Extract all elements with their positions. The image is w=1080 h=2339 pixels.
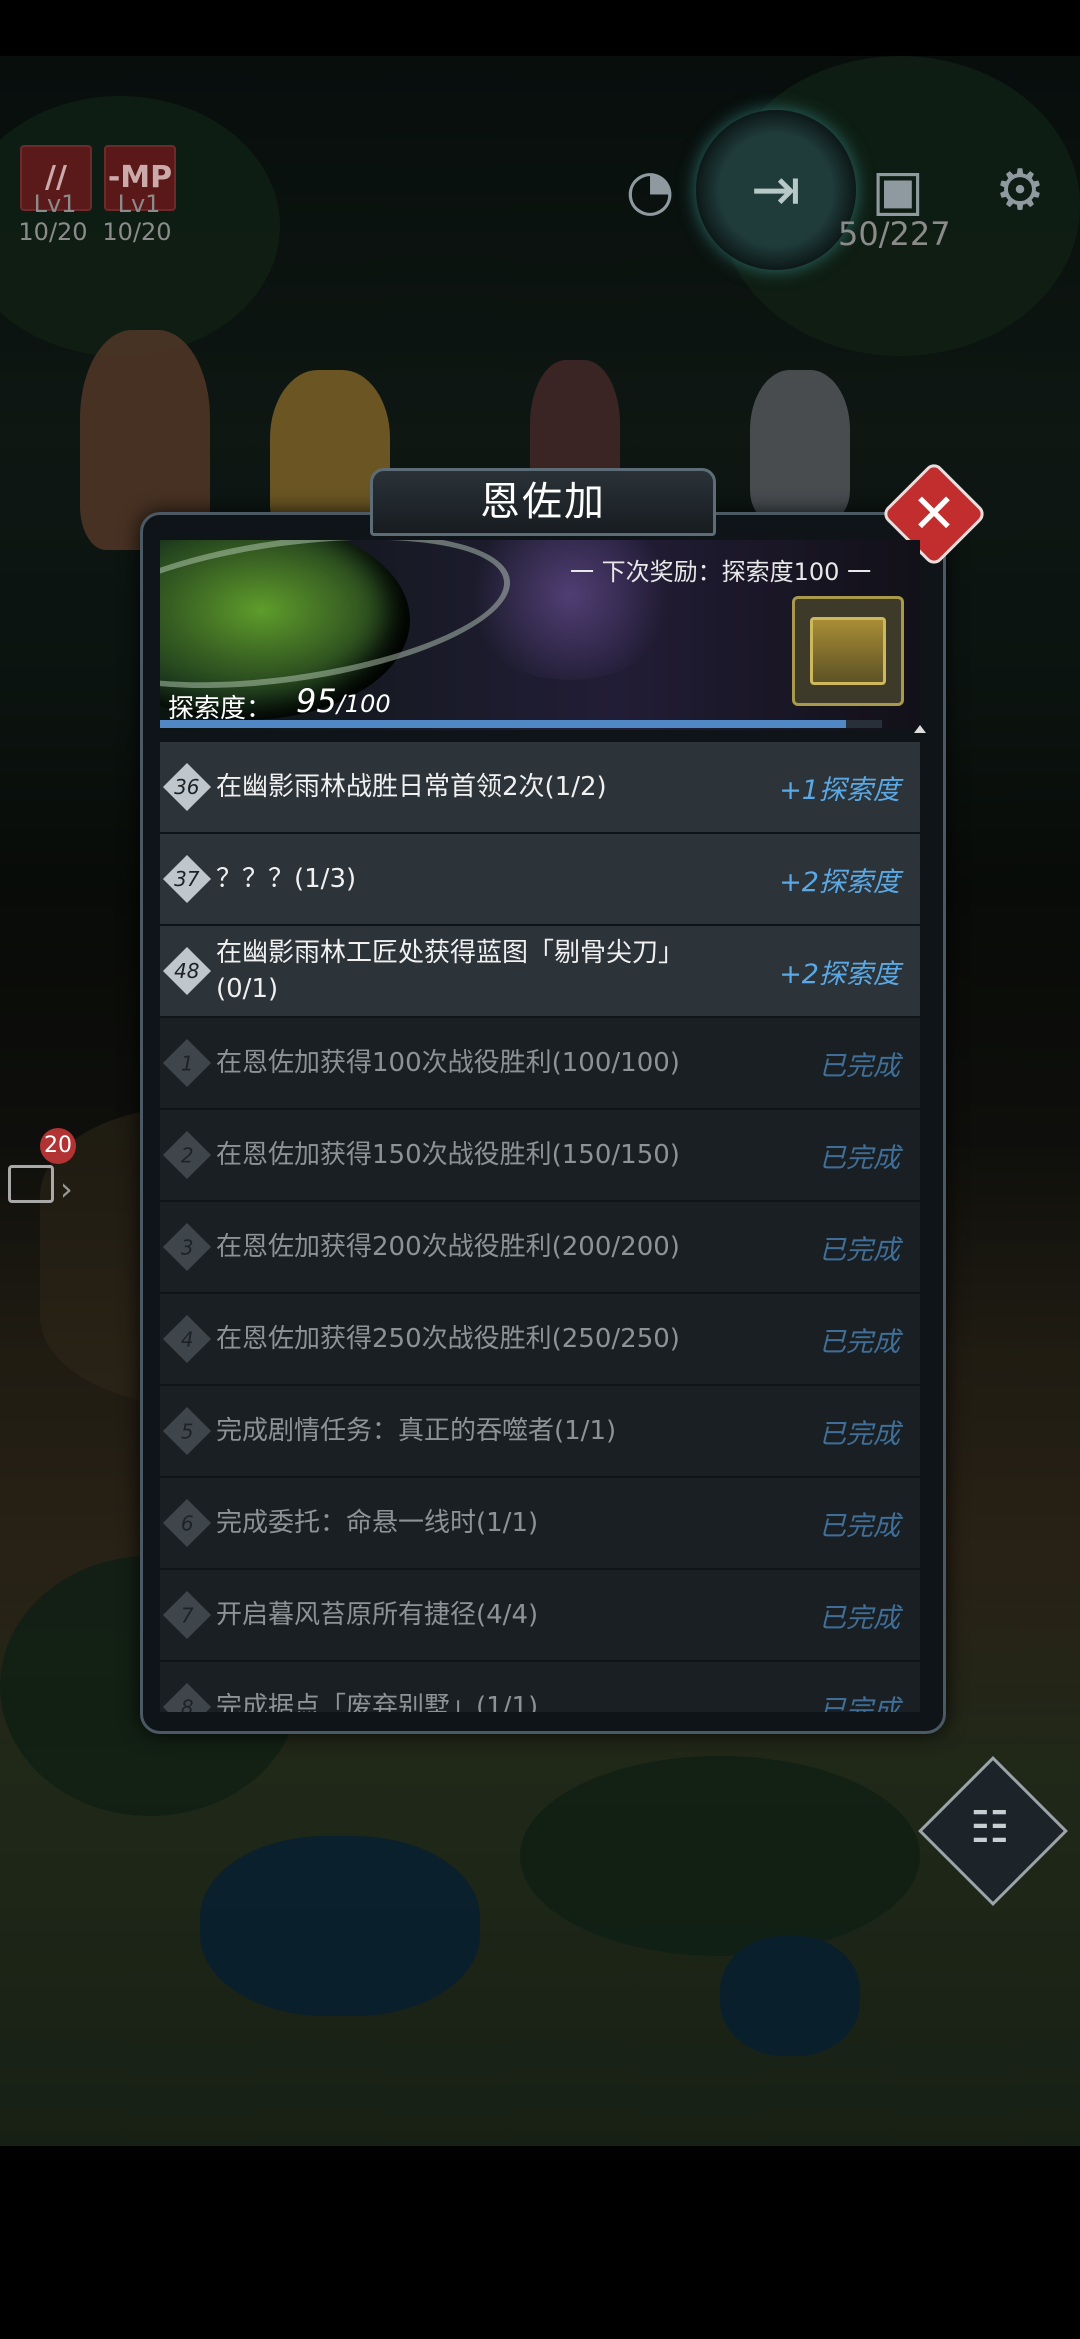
chat-icon[interactable] bbox=[8, 1165, 54, 1203]
task-reward: 已完成 bbox=[819, 1326, 900, 1358]
task-reward: 已完成 bbox=[819, 1694, 900, 1713]
exit-door-icon[interactable]: ⇥ bbox=[696, 110, 856, 270]
task-number: 6 bbox=[180, 1510, 194, 1535]
task-row[interactable]: 2 在恩佐加获得150次战役胜利(150/150) 已完成 bbox=[160, 1110, 920, 1200]
task-text: 在恩佐加获得100次战役胜利(100/100) bbox=[216, 1048, 680, 1078]
task-text: 完成据点「废弃别墅」(1/1) bbox=[216, 1692, 539, 1712]
stat-2: 10/20 bbox=[102, 218, 172, 246]
reward-chest-icon[interactable] bbox=[792, 596, 904, 706]
task-number: 8 bbox=[180, 1694, 194, 1712]
character-silver-hair bbox=[750, 370, 850, 520]
task-text: 在恩佐加获得250次战役胜利(250/250) bbox=[216, 1324, 680, 1354]
task-reward: 已完成 bbox=[819, 1142, 900, 1174]
task-list[interactable]: 36 在幽影雨林战胜日常首领2次(1/2) +1探索度 37 ？？？(1/3) +2探索度… bbox=[160, 742, 920, 1712]
settings-gear-icon[interactable]: ⚙ bbox=[980, 150, 1060, 230]
task-number-badge: 1 bbox=[162, 1038, 212, 1088]
task-number-badge: 8 bbox=[162, 1682, 212, 1712]
task-reward: +2探索度 bbox=[779, 958, 900, 990]
task-reward: 已完成 bbox=[819, 1234, 900, 1266]
explore-value: 95/100 bbox=[296, 682, 391, 720]
chat-badge: 20 bbox=[40, 1128, 76, 1164]
task-number-badge: 36 bbox=[162, 762, 212, 812]
task-number: 48 bbox=[174, 958, 200, 983]
task-number-badge: 6 bbox=[162, 1498, 212, 1548]
task-text: ？？？(1/3) bbox=[216, 864, 357, 894]
chevron-right-icon[interactable]: › bbox=[60, 1170, 73, 1208]
next-reward-label: 一 下次奖励：探索度100 一 bbox=[570, 558, 872, 586]
task-number: 1 bbox=[180, 1050, 194, 1075]
task-number-badge: 4 bbox=[162, 1314, 212, 1364]
task-number-badge: 7 bbox=[162, 1590, 212, 1640]
task-number-badge: 5 bbox=[162, 1406, 212, 1456]
task-number-badge: 2 bbox=[162, 1130, 212, 1180]
task-row[interactable]: 36 在幽影雨林战胜日常首领2次(1/2) +1探索度 bbox=[160, 742, 920, 832]
task-reward: 已完成 bbox=[819, 1050, 900, 1082]
task-reward: +1探索度 bbox=[779, 774, 900, 806]
task-row[interactable]: 37 ？？？(1/3) +2探索度 bbox=[160, 834, 920, 924]
task-row[interactable]: 1 在恩佐加获得100次战役胜利(100/100) 已完成 bbox=[160, 1018, 920, 1108]
task-row[interactable]: 5 完成剧情任务：真正的吞噬者(1/1) 已完成 bbox=[160, 1386, 920, 1476]
task-row[interactable]: 48 在幽影雨林工匠处获得蓝图「剔骨尖刀」(0/1) +2探索度 bbox=[160, 926, 920, 1016]
stat-1: 10/20 bbox=[18, 218, 88, 246]
task-text: 完成剧情任务：真正的吞噬者(1/1) bbox=[216, 1416, 617, 1446]
task-number: 3 bbox=[180, 1234, 194, 1259]
task-text: 开启暮风苔原所有捷径(4/4) bbox=[216, 1600, 539, 1630]
skill2-level: Lv1 bbox=[117, 190, 161, 218]
task-number-badge: 3 bbox=[162, 1222, 212, 1272]
task-reward: +2探索度 bbox=[779, 866, 900, 898]
task-text: 在幽影雨林工匠处获得蓝图「剔骨尖刀」(0/1) bbox=[216, 938, 685, 1004]
task-number: 7 bbox=[180, 1602, 194, 1627]
progress-marker bbox=[914, 725, 926, 733]
task-text: 完成委托：命悬一线时(1/1) bbox=[216, 1508, 539, 1538]
task-reward: 已完成 bbox=[819, 1510, 900, 1542]
task-reward: 已完成 bbox=[819, 1602, 900, 1634]
task-row[interactable]: 7 开启暮风苔原所有捷径(4/4) 已完成 bbox=[160, 1570, 920, 1660]
task-number: 2 bbox=[180, 1142, 194, 1167]
task-number: 4 bbox=[180, 1326, 194, 1351]
checklist-icon: ☷ bbox=[970, 1802, 1010, 1853]
task-number: 5 bbox=[180, 1418, 194, 1443]
task-number: 36 bbox=[174, 774, 200, 799]
task-number-badge: 37 bbox=[162, 854, 212, 904]
task-text: 在恩佐加获得150次战役胜利(150/150) bbox=[216, 1140, 680, 1170]
task-row[interactable]: 6 完成委托：命悬一线时(1/1) 已完成 bbox=[160, 1478, 920, 1568]
task-row[interactable]: 3 在恩佐加获得200次战役胜利(200/200) 已完成 bbox=[160, 1202, 920, 1292]
task-number-badge: 48 bbox=[162, 946, 212, 996]
explore-progress-fill bbox=[160, 720, 846, 728]
task-row[interactable]: 4 在恩佐加获得250次战役胜利(250/250) 已完成 bbox=[160, 1294, 920, 1384]
radar-icon[interactable]: ◔ bbox=[610, 150, 690, 230]
skill1-level: Lv1 bbox=[33, 190, 77, 218]
resource-count: 50/227 bbox=[838, 215, 951, 253]
task-text: 在幽影雨林战胜日常首领2次(1/2) bbox=[216, 772, 607, 802]
explore-progress-bar bbox=[160, 720, 882, 728]
task-row[interactable]: 8 完成据点「废弃别墅」(1/1) 已完成 bbox=[160, 1662, 920, 1712]
task-reward: 已完成 bbox=[819, 1418, 900, 1450]
task-text: 在恩佐加获得200次战役胜利(200/200) bbox=[216, 1232, 680, 1262]
modal-title: 恩佐加 bbox=[370, 468, 716, 536]
task-number: 37 bbox=[174, 866, 200, 891]
